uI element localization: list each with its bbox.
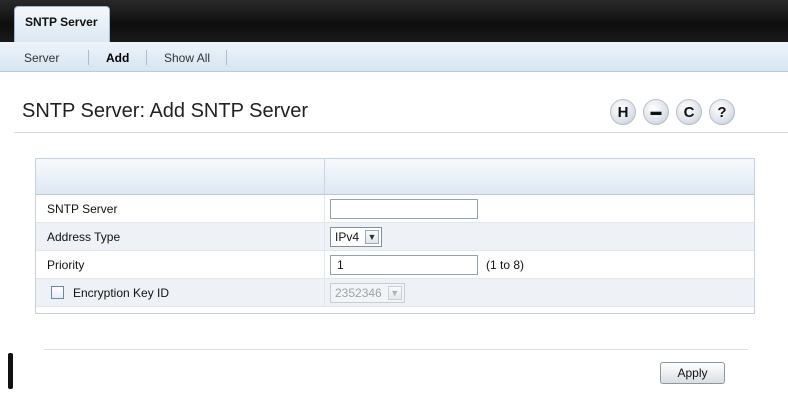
column-divider [324, 223, 325, 250]
subnav-server[interactable]: Server [24, 51, 59, 65]
subnav-separator [88, 50, 89, 65]
header-divider [14, 132, 788, 133]
column-divider [324, 251, 325, 278]
column-divider [324, 159, 325, 195]
priority-input[interactable] [330, 255, 478, 275]
tab-sntp-server[interactable]: SNTP Server [14, 6, 110, 42]
sub-navigation: Server Add Show All [0, 42, 788, 72]
column-divider [324, 279, 325, 306]
encryption-key-value: 2352346 [335, 286, 382, 300]
priority-label: Priority [47, 258, 85, 272]
sntp-server-input[interactable] [330, 199, 478, 219]
subnav-add[interactable]: Add [106, 51, 129, 65]
panel-header [36, 159, 754, 195]
subnav-separator [146, 50, 147, 65]
row-address-type: Address Type IPv4 ▼ [36, 223, 754, 251]
footer-divider [44, 349, 748, 350]
chevron-down-icon: ▼ [387, 286, 402, 300]
address-type-label: Address Type [47, 230, 121, 244]
priority-range-hint: (1 to 8) [486, 258, 525, 272]
encryption-key-checkbox[interactable] [51, 286, 64, 299]
page-title: SNTP Server: Add SNTP Server [22, 100, 309, 122]
column-divider [324, 195, 325, 222]
encryption-key-select[interactable]: 2352346 ▼ [330, 283, 405, 303]
top-tab-bar: SNTP Server [0, 0, 788, 42]
row-sntp-server: SNTP Server [36, 195, 754, 223]
row-encryption-key-id: Encryption Key ID 2352346 ▼ [36, 279, 754, 307]
apply-button[interactable]: Apply [660, 362, 725, 384]
window-edge-handle [8, 353, 13, 389]
chevron-down-icon: ▼ [365, 230, 380, 244]
form-panel: SNTP Server Address Type IPv4 ▼ Priority… [35, 158, 755, 314]
encryption-key-label: Encryption Key ID [73, 286, 170, 300]
subnav-show-all[interactable]: Show All [164, 51, 210, 65]
help-icon[interactable]: ? [709, 99, 735, 125]
sntp-server-label: SNTP Server [47, 202, 118, 216]
subnav-separator [226, 50, 227, 65]
save-icon[interactable]: H [610, 99, 636, 125]
refresh-icon[interactable]: C [676, 99, 702, 125]
print-icon[interactable]: ▬ [643, 99, 669, 125]
row-priority: Priority (1 to 8) [36, 251, 754, 279]
address-type-value: IPv4 [335, 230, 360, 244]
address-type-select[interactable]: IPv4 ▼ [330, 227, 383, 247]
